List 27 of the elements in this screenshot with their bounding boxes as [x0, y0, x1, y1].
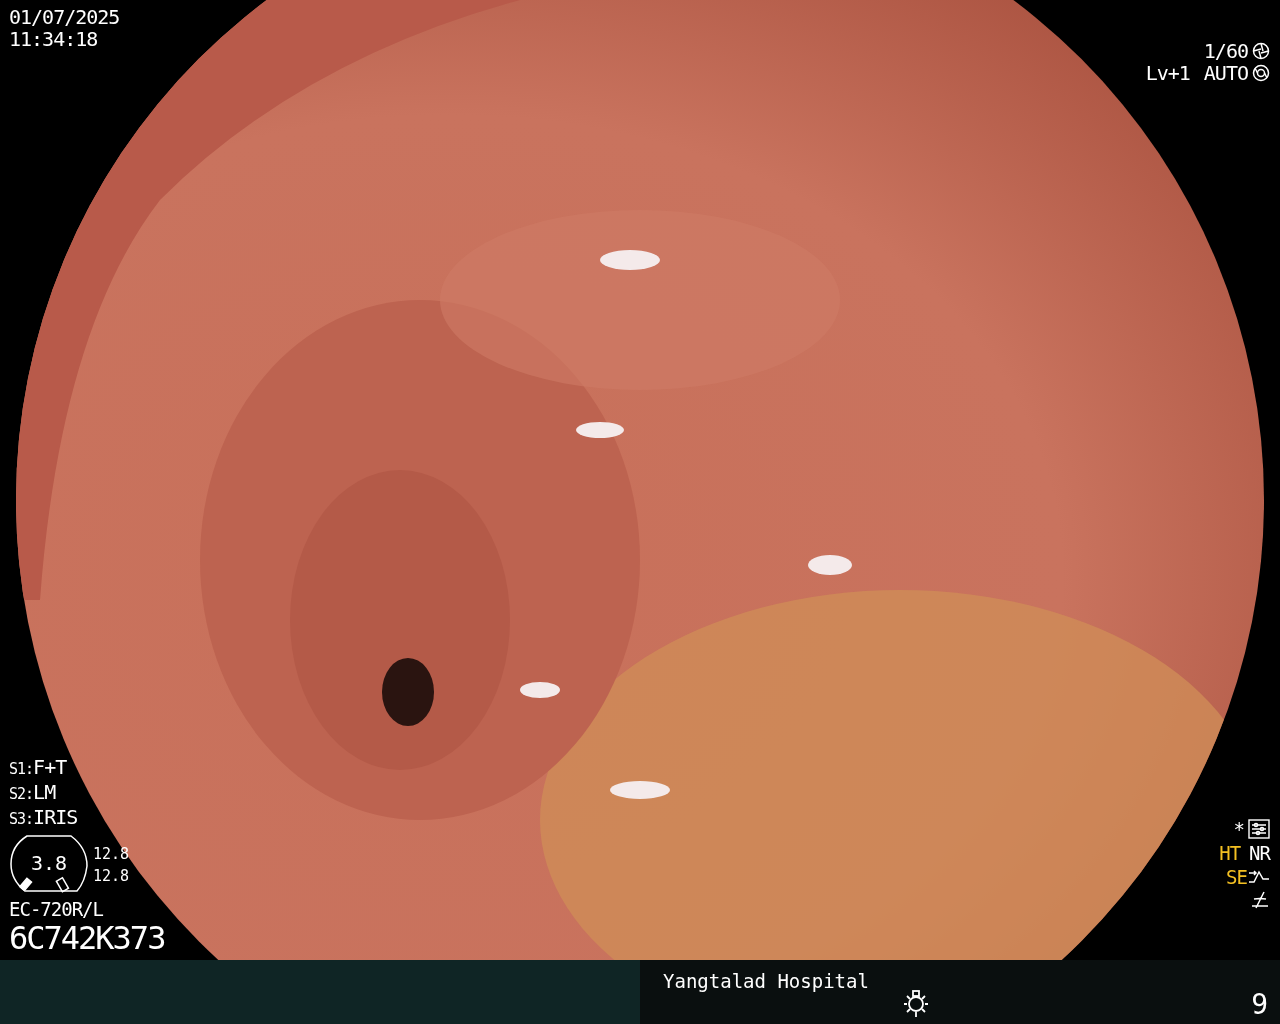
gauge-reading: 12.8 [93, 866, 130, 887]
switch-key: S3: [9, 810, 34, 828]
scope-model: EC-720R/L [9, 898, 104, 920]
switch-key: S1: [9, 760, 34, 778]
iris-mode: AUTO [1203, 62, 1248, 84]
switch-value: IRIS [33, 805, 78, 829]
noise-reduction-indicator: NR [1249, 842, 1270, 864]
shutter-speed: 1/60 [1203, 40, 1248, 62]
switch-value: LM [33, 780, 56, 804]
hue-indicator: HT [1219, 842, 1241, 864]
date-text: 01/07/2025 [9, 6, 121, 28]
switch-value: F+T [33, 755, 67, 779]
switch-key: S2: [9, 785, 34, 803]
hospital-name: Yangtalad Hospital [663, 970, 869, 992]
curve-icon [1248, 868, 1270, 886]
gauge-reading: 12.8 [93, 844, 130, 865]
sliders-icon [1248, 819, 1270, 839]
gauge-value: 3.8 [31, 851, 68, 875]
slash-curve-icon [1250, 890, 1270, 910]
aperture-icon [1252, 42, 1270, 60]
scope-serial: 6C742K373 [9, 920, 165, 956]
edge-indicator: SE [1226, 866, 1247, 888]
page-number: 9 [1251, 988, 1268, 1021]
time-text: 11:34:18 [9, 28, 99, 50]
asterisk-mark: * [1233, 818, 1244, 840]
aperture-icon [1252, 64, 1270, 82]
brightness-level: Lv+1 [1145, 62, 1190, 84]
